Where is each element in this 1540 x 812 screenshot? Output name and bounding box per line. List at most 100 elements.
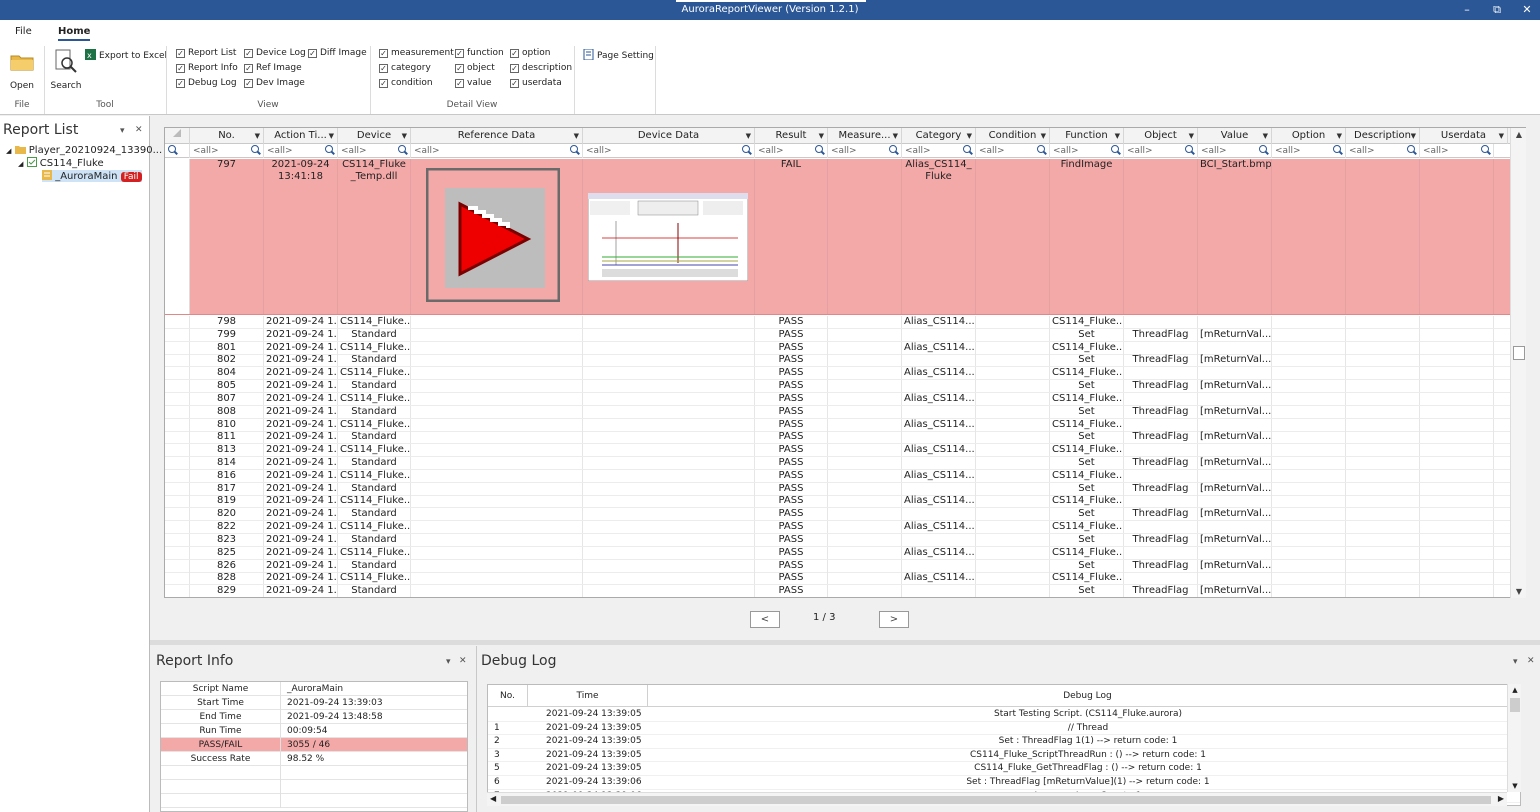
panel-pin-button[interactable]: ▾ bbox=[1513, 657, 1518, 667]
check-report-info[interactable]: ✓ Report Info bbox=[176, 62, 238, 75]
check-category[interactable]: ✓ category bbox=[379, 62, 431, 75]
row-indicator[interactable] bbox=[165, 328, 190, 341]
filter-result[interactable]: <all> bbox=[755, 144, 828, 158]
next-page-button[interactable]: > bbox=[879, 611, 909, 628]
filter-device-data[interactable]: <all> bbox=[583, 144, 755, 158]
filter-device[interactable]: <all> bbox=[338, 144, 411, 158]
column-header-device[interactable]: Device ▼ bbox=[338, 128, 411, 144]
search-button[interactable]: Search bbox=[48, 46, 84, 94]
filter-object[interactable]: <all> bbox=[1124, 144, 1198, 158]
table-row[interactable]: 822 2021-09-24 1... CS114_Fluke... PASS Alia… bbox=[165, 521, 1515, 535]
row-indicator[interactable] bbox=[165, 546, 190, 559]
tab-file[interactable]: File bbox=[15, 26, 32, 37]
filter-no[interactable]: <all> bbox=[190, 144, 264, 158]
filter-category[interactable]: <all> bbox=[902, 144, 976, 158]
debug-log-horizontal-scrollbar[interactable]: ◀ ▶ bbox=[487, 792, 1507, 806]
filter-function[interactable]: <all> bbox=[1050, 144, 1124, 158]
export-excel-button[interactable]: x Export to Excel bbox=[85, 49, 167, 61]
table-row[interactable]: 828 2021-09-24 1... CS114_Fluke... PASS Alia… bbox=[165, 572, 1515, 586]
row-indicator[interactable] bbox=[165, 405, 190, 418]
log-row[interactable]: 6 2021-09-24 13:39:06 Set : ThreadFlag [mR… bbox=[488, 776, 1520, 790]
check-dev-image[interactable]: ✓ Dev Image bbox=[244, 77, 305, 90]
row-indicator[interactable] bbox=[165, 572, 190, 585]
table-row[interactable]: 813 2021-09-24 1... CS114_Fluke... PASS Alia… bbox=[165, 444, 1515, 458]
log-row[interactable]: 3 2021-09-24 13:39:05 CS114_Fluke_ScriptTh… bbox=[488, 749, 1520, 763]
row-indicator[interactable] bbox=[165, 585, 190, 597]
column-header-description[interactable]: Description ▼ bbox=[1346, 128, 1420, 144]
row-indicator[interactable] bbox=[165, 559, 190, 572]
scroll-up-arrow-icon[interactable]: ▲ bbox=[1508, 686, 1522, 694]
row-indicator[interactable] bbox=[165, 521, 190, 534]
column-header-device-data[interactable]: Device Data ▼ bbox=[583, 128, 755, 144]
row-indicator[interactable] bbox=[165, 444, 190, 457]
table-row[interactable]: 816 2021-09-24 1... CS114_Fluke... PASS Alia… bbox=[165, 469, 1515, 483]
table-row[interactable]: 808 2021-09-24 1... Standard PASS Set ThreadF… bbox=[165, 405, 1515, 419]
check-description[interactable]: ✓ description bbox=[510, 62, 572, 75]
filter-search-icon[interactable] bbox=[165, 144, 190, 158]
row-indicator[interactable] bbox=[165, 367, 190, 380]
check-function[interactable]: ✓ function bbox=[455, 47, 504, 60]
filter-value[interactable]: <all> bbox=[1198, 144, 1272, 158]
restore-button[interactable]: ⧉ bbox=[1482, 0, 1512, 20]
scroll-right-arrow-icon[interactable]: ▶ bbox=[1498, 794, 1504, 803]
debug-log-vertical-scrollbar[interactable]: ▲ ▼ bbox=[1507, 684, 1521, 792]
tree-item-aurora-main[interactable]: _AuroraMain Fail bbox=[42, 170, 142, 182]
row-indicator[interactable] bbox=[165, 431, 190, 444]
check-measurement[interactable]: ✓ measurement bbox=[379, 47, 454, 60]
table-row[interactable]: 802 2021-09-24 1... Standard PASS Set ThreadF… bbox=[165, 354, 1515, 368]
row-indicator[interactable] bbox=[165, 469, 190, 482]
table-row[interactable]: 819 2021-09-24 1... CS114_Fluke... PASS Alia… bbox=[165, 495, 1515, 509]
row-indicator[interactable] bbox=[165, 533, 190, 546]
log-row[interactable]: 1 2021-09-24 13:39:05 // Thread bbox=[488, 722, 1520, 736]
column-header-action-time[interactable]: Action Ti... ▼ bbox=[264, 128, 338, 144]
open-button[interactable]: Open bbox=[4, 46, 40, 94]
table-row[interactable]: 810 2021-09-24 1... CS114_Fluke... PASS Alia… bbox=[165, 418, 1515, 432]
scroll-thumb[interactable] bbox=[1513, 346, 1525, 360]
column-header-object[interactable]: Object ▼ bbox=[1124, 128, 1198, 144]
column-header-measurement[interactable]: Measure... ▼ bbox=[828, 128, 902, 144]
log-row[interactable]: 2 2021-09-24 13:39:05 Set : ThreadFlag 1(1… bbox=[488, 735, 1520, 749]
column-header-option[interactable]: Option ▼ bbox=[1272, 128, 1346, 144]
scroll-up-arrow-icon[interactable]: ▲ bbox=[1511, 130, 1527, 139]
panel-close-button[interactable]: ✕ bbox=[135, 125, 143, 135]
row-indicator[interactable] bbox=[165, 354, 190, 367]
table-row[interactable]: 799 2021-09-24 1... Standard PASS Set ThreadF… bbox=[165, 328, 1515, 342]
check-report-list[interactable]: ✓ Report List bbox=[176, 47, 236, 60]
row-indicator[interactable] bbox=[165, 341, 190, 354]
column-header-condition[interactable]: Condition ▼ bbox=[976, 128, 1050, 144]
filter-reference-data[interactable]: <all> bbox=[411, 144, 583, 158]
filter-condition[interactable]: <all> bbox=[976, 144, 1050, 158]
page-setting-button[interactable]: Page Setting bbox=[583, 49, 654, 61]
table-row[interactable]: 825 2021-09-24 1... CS114_Fluke... PASS Alia… bbox=[165, 546, 1515, 560]
check-value[interactable]: ✓ value bbox=[455, 77, 492, 90]
collapse-icon[interactable]: ◢ bbox=[18, 160, 23, 168]
check-device-log[interactable]: ✓ Device Log bbox=[244, 47, 306, 60]
check-diff-image[interactable]: ✓ Diff Image bbox=[308, 47, 367, 60]
table-row[interactable]: 820 2021-09-24 1... Standard PASS Set ThreadF… bbox=[165, 508, 1515, 522]
device-screenshot-thumbnail[interactable] bbox=[588, 193, 748, 281]
row-indicator[interactable] bbox=[165, 418, 190, 431]
table-row[interactable]: 807 2021-09-24 1... CS114_Fluke... PASS Alia… bbox=[165, 392, 1515, 406]
table-row[interactable]: 798 2021-09-24 1... CS114_Fluke... PASS Alia… bbox=[165, 316, 1515, 329]
table-row[interactable]: 814 2021-09-24 1... Standard PASS Set ThreadF… bbox=[165, 457, 1515, 471]
tab-home[interactable]: Home bbox=[58, 26, 91, 41]
check-condition[interactable]: ✓ condition bbox=[379, 77, 433, 90]
row-indicator[interactable] bbox=[165, 159, 190, 314]
table-row[interactable]: 829 2021-09-24 1... Standard PASS Set ThreadF… bbox=[165, 585, 1515, 597]
scroll-thumb[interactable] bbox=[1510, 698, 1520, 712]
check-userdata[interactable]: ✓ userdata bbox=[510, 77, 562, 90]
table-row[interactable]: 805 2021-09-24 1... Standard PASS Set ThreadF… bbox=[165, 380, 1515, 394]
filter-userdata[interactable]: <all> bbox=[1420, 144, 1494, 158]
column-header-result[interactable]: Result ▼ bbox=[755, 128, 828, 144]
column-header-function[interactable]: Function ▼ bbox=[1050, 128, 1124, 144]
column-header-no[interactable]: No. ▼ bbox=[190, 128, 264, 144]
row-indicator[interactable] bbox=[165, 392, 190, 405]
row-indicator[interactable] bbox=[165, 316, 190, 328]
panel-close-button[interactable]: ✕ bbox=[459, 656, 467, 666]
filter-action-time[interactable]: <all> bbox=[264, 144, 338, 158]
panel-close-button[interactable]: ✕ bbox=[1527, 656, 1535, 666]
tree-item-player[interactable]: ◢ Player_20210924_13390... bbox=[6, 145, 162, 156]
filter-description[interactable]: <all> bbox=[1346, 144, 1420, 158]
row-indicator[interactable] bbox=[165, 482, 190, 495]
filter-measurement[interactable]: <all> bbox=[828, 144, 902, 158]
